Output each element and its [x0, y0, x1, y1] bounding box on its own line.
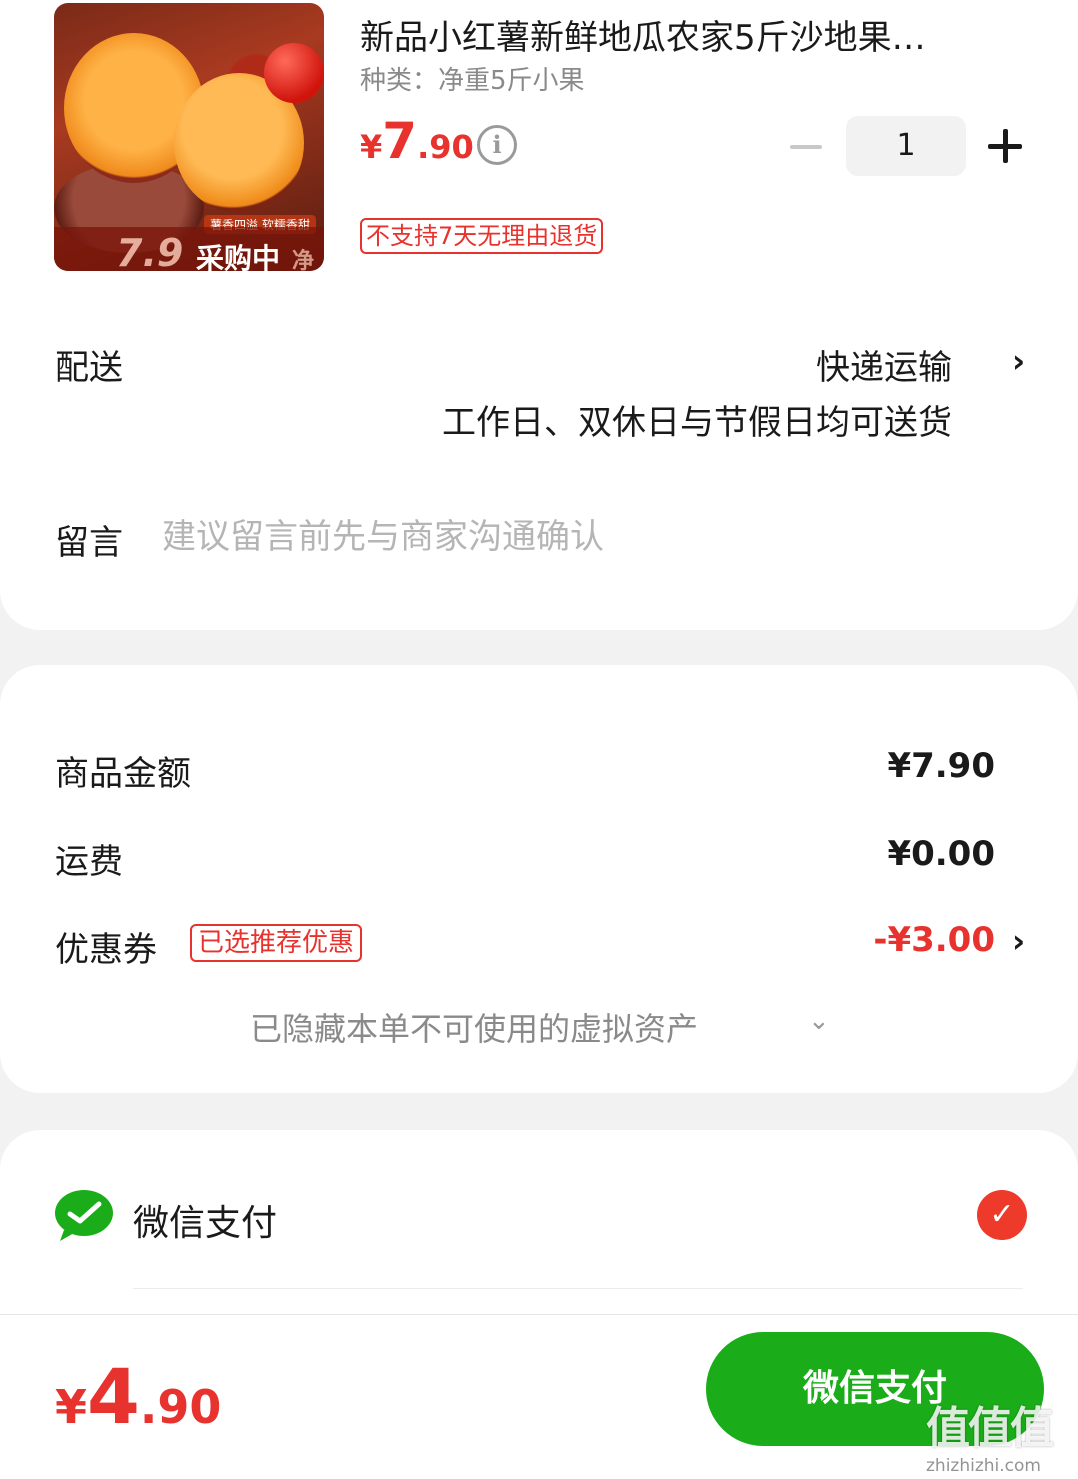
- purchasing-badge: 采购中: [196, 242, 281, 271]
- product-title[interactable]: 新品小红薯新鲜地瓜农家5斤沙地果…: [360, 10, 1010, 59]
- thumb-tomato-shape: [264, 43, 324, 103]
- thumb-weight: 净重5斤: [292, 249, 315, 271]
- info-icon[interactable]: i: [477, 125, 517, 165]
- coupon-tag[interactable]: 已选推荐优惠: [190, 924, 363, 962]
- decrease-quantity-button[interactable]: [790, 145, 822, 149]
- delivery-method[interactable]: 快递运输: [816, 340, 952, 389]
- coupon-label[interactable]: 优惠券: [55, 922, 157, 971]
- increase-quantity-button[interactable]: [988, 129, 1022, 163]
- message-label: 留言: [55, 523, 123, 563]
- total-currency: ¥: [55, 1380, 88, 1434]
- delivery-note: 工作日、双休日与节假日均可送货: [442, 403, 952, 443]
- watermark-logo: 值值值: [926, 1403, 1054, 1454]
- order-item-card: 薯香四溢 软糯香甜 7.9 净重5斤 采购中 新品小红薯新鲜地瓜农家5斤沙地果……: [0, 0, 1078, 630]
- total-decimal: .90: [139, 1380, 222, 1434]
- divider: [133, 1288, 1023, 1289]
- thumb-price: 7.9: [116, 231, 184, 271]
- wechat-pay-icon: [55, 1190, 113, 1241]
- shipping-fee-label: 运费: [55, 842, 123, 882]
- goods-amount-label: 商品金额: [55, 754, 191, 794]
- chevron-down-icon[interactable]: ⌄: [808, 1006, 830, 1036]
- chevron-right-icon[interactable]: ›: [1012, 922, 1025, 960]
- product-spec[interactable]: 种类：净重5斤小果: [360, 60, 585, 97]
- delivery-label: 配送: [55, 348, 123, 388]
- wechat-pay-option[interactable]: 微信支付: [133, 1194, 277, 1246]
- goods-amount-value: ¥7.90: [887, 746, 995, 786]
- hidden-assets-toggle[interactable]: 已隐藏本单不可使用的虚拟资产: [250, 1004, 698, 1050]
- checkmark-icon[interactable]: ✓: [977, 1190, 1027, 1240]
- order-total: ¥4.90: [55, 1352, 221, 1441]
- thumb-strip: [54, 227, 324, 271]
- watermark-url: zhizhizhi.com: [926, 1456, 1041, 1476]
- return-policy-tag: 不支持7天无理由退货: [360, 218, 604, 254]
- message-input[interactable]: [162, 512, 1012, 562]
- shipping-fee-value: ¥0.00: [887, 834, 995, 874]
- product-price: ¥7.90: [360, 112, 474, 170]
- quantity-field[interactable]: 1: [846, 116, 966, 176]
- watermark: 值值值 zhizhizhi.com: [926, 1392, 1076, 1478]
- price-currency: ¥: [360, 128, 383, 166]
- product-thumbnail[interactable]: 薯香四溢 软糯香甜 7.9 净重5斤 采购中: [54, 3, 324, 271]
- price-decimal: .90: [417, 128, 474, 166]
- coupon-discount-value[interactable]: -¥3.00: [873, 920, 995, 960]
- price-integer: 7: [382, 112, 418, 170]
- total-integer: 4: [87, 1352, 140, 1441]
- chevron-right-icon[interactable]: ›: [1012, 342, 1025, 380]
